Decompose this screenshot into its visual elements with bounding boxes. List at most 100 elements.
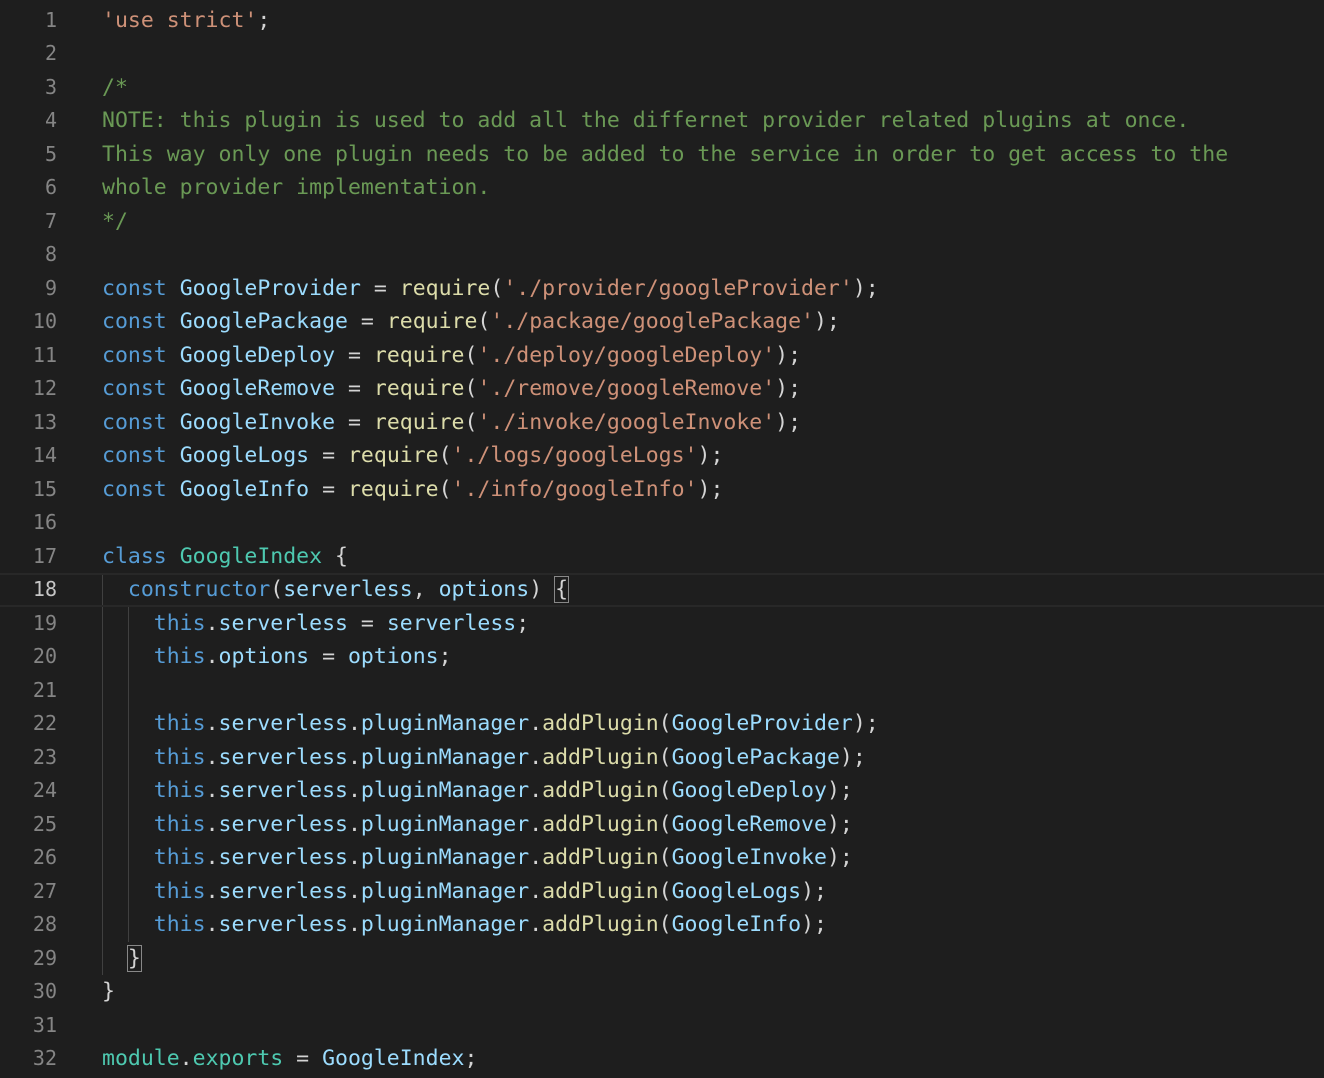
code-line[interactable]: 3 /* [0, 71, 1324, 105]
code-line[interactable]: 27 this.serverless.pluginManager.addPlug… [0, 875, 1324, 909]
token-variable: options [347, 644, 439, 669]
code-text[interactable]: this.serverless.pluginManager.addPlugin(… [102, 741, 866, 775]
code-line[interactable]: 29 } [0, 942, 1324, 976]
token-default: . [529, 845, 543, 870]
token-default: ( [658, 912, 672, 937]
token-default: ( [464, 376, 478, 401]
token-comment: /* [102, 74, 128, 100]
token-variable: pluginManager [360, 845, 530, 870]
code-text[interactable]: const GoogleInvoke = require('./invoke/g… [102, 406, 801, 440]
code-text[interactable]: This way only one plugin needs to be add… [102, 138, 1228, 172]
code-line[interactable]: 9 const GoogleProvider = require('./provi… [0, 272, 1324, 306]
code-line[interactable]: 2 [0, 37, 1324, 71]
code-text[interactable]: whole provider implementation. [102, 171, 490, 205]
code-text[interactable]: class GoogleIndex { [102, 540, 348, 574]
line-number: 4 [44, 108, 57, 132]
code-line[interactable]: 19 this.serverless = serverless; [0, 607, 1324, 641]
token-variable: GooglePackage [179, 309, 348, 334]
code-line[interactable]: 4 NOTE: this plugin is used to add all th… [0, 104, 1324, 138]
code-line[interactable]: 8 [0, 238, 1324, 272]
code-line[interactable]: 5 This way only one plugin needs to be ad… [0, 138, 1324, 172]
code-text[interactable]: const GooglePackage = require('./package… [102, 305, 840, 339]
token-default: ( [658, 878, 672, 904]
code-text[interactable]: } [102, 942, 142, 976]
token-default: ); [839, 744, 866, 770]
code-text[interactable]: this.serverless = serverless; [102, 607, 529, 641]
code-line[interactable]: 10 const GooglePackage = require('./packa… [0, 305, 1324, 339]
token-default: . [179, 1046, 193, 1071]
token-default: ); [852, 275, 879, 301]
code-text[interactable]: const GoogleInfo = require('./info/googl… [102, 473, 723, 507]
token-default: ); [813, 309, 840, 334]
code-line[interactable]: 18 constructor(serverless, options) { [0, 573, 1324, 607]
code-line[interactable]: 6 whole provider implementation. [0, 171, 1324, 205]
code-line[interactable]: 13 const GoogleInvoke = require('./invoke… [0, 406, 1324, 440]
token-keyword: const [102, 476, 167, 502]
token-keyword: this [153, 912, 206, 937]
line-number: 26 [32, 845, 57, 869]
token-variable: serverless [218, 744, 348, 770]
token-variable: options [218, 644, 310, 669]
code-text[interactable]: this.serverless.pluginManager.addPlugin(… [102, 707, 879, 741]
token-function: require [347, 443, 439, 468]
code-text[interactable]: module.exports = GoogleIndex; [102, 1042, 477, 1076]
code-text[interactable]: this.serverless.pluginManager.addPlugin(… [102, 908, 827, 942]
token-string: './provider/googleProvider' [503, 275, 853, 301]
code-line[interactable]: 17 class GoogleIndex { [0, 540, 1324, 574]
code-line[interactable]: 22 this.serverless.pluginManager.addPlug… [0, 707, 1324, 741]
code-line[interactable]: 28 this.serverless.pluginManager.addPlug… [0, 908, 1324, 942]
code-line[interactable]: 23 this.serverless.pluginManager.addPlug… [0, 741, 1324, 775]
code-line[interactable]: 11 const GoogleDeploy = require('./deploy… [0, 339, 1324, 373]
token-default: ); [697, 443, 724, 468]
code-text[interactable]: } [102, 975, 115, 1009]
token-keyword: const [102, 309, 167, 334]
code-text[interactable]: const GoogleLogs = require('./logs/googl… [102, 439, 723, 473]
token-default: . [347, 912, 361, 937]
code-line[interactable]: 20 this.options = options; [0, 640, 1324, 674]
line-number: 24 [32, 778, 57, 802]
token-default: . [347, 878, 361, 904]
token-default: . [205, 878, 219, 904]
token-variable: pluginManager [360, 811, 530, 837]
code-text[interactable]: constructor(serverless, options) { [102, 575, 570, 605]
code-line[interactable]: 12 const GoogleRemove = require('./remove… [0, 372, 1324, 406]
code-line[interactable]: 1 'use strict'; [0, 4, 1324, 38]
token-default: ); [826, 778, 853, 803]
code-text[interactable]: this.serverless.pluginManager.addPlugin(… [102, 808, 853, 842]
token-default: ( [464, 409, 478, 435]
token-class: GoogleIndex [179, 543, 323, 569]
token-default: . [529, 778, 543, 803]
code-line[interactable]: 7 */ [0, 205, 1324, 239]
code-line[interactable]: 16 [0, 506, 1324, 540]
code-text[interactable]: this.options = options; [102, 640, 452, 674]
code-editor[interactable]: 1'use strict'; 2 3 /* 4 NOTE: this plugin is … [0, 0, 1324, 1078]
token-default [102, 745, 154, 770]
token-string: './logs/googleLogs' [451, 443, 698, 468]
code-line[interactable]: 25 this.serverless.pluginManager.addPlug… [0, 808, 1324, 842]
code-text[interactable]: */ [102, 205, 128, 239]
code-line[interactable]: 15 const GoogleInfo = require('./info/goo… [0, 473, 1324, 507]
token-variable: pluginManager [360, 778, 530, 803]
code-text[interactable]: /* [102, 71, 128, 105]
token-function: require [386, 309, 478, 334]
code-text[interactable]: 'use strict'; [102, 4, 270, 38]
code-text[interactable]: this.serverless.pluginManager.addPlugin(… [102, 875, 827, 909]
code-line[interactable]: 24 this.serverless.pluginManager.addPlug… [0, 774, 1324, 808]
token-default: = [335, 409, 374, 435]
code-line[interactable]: 32 module.exports = GoogleIndex; [0, 1042, 1324, 1076]
code-text[interactable]: this.serverless.pluginManager.addPlugin(… [102, 841, 853, 875]
code-text[interactable]: NOTE: this plugin is used to add all the… [102, 104, 1189, 138]
code-line[interactable]: 31 [0, 1009, 1324, 1043]
token-default: = [360, 275, 400, 301]
code-line[interactable]: 30} [0, 975, 1324, 1009]
code-text[interactable]: const GoogleRemove = require('./remove/g… [102, 372, 801, 406]
token-variable: pluginManager [360, 744, 530, 770]
code-line[interactable]: 26 this.serverless.pluginManager.addPlug… [0, 841, 1324, 875]
code-text[interactable]: const GoogleProvider = require('./provid… [102, 272, 879, 306]
token-variable: serverless [283, 577, 413, 602]
code-line[interactable]: 21 [0, 674, 1324, 708]
code-text[interactable]: const GoogleDeploy = require('./deploy/g… [102, 339, 801, 373]
code-text[interactable]: this.serverless.pluginManager.addPlugin(… [102, 774, 853, 808]
line-number: 3 [44, 74, 57, 99]
code-line[interactable]: 14 const GoogleLogs = require('./logs/goo… [0, 439, 1324, 473]
